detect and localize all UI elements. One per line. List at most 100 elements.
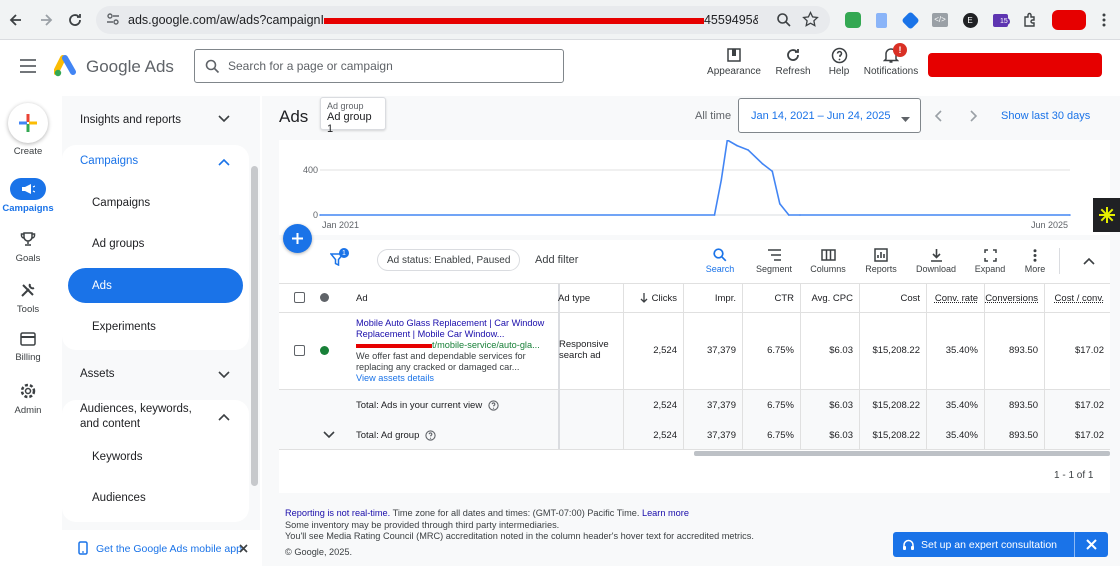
collapse-chevron-up-icon[interactable] [1083,256,1095,268]
col-header-ad[interactable]: Ad [350,284,550,312]
zoom-icon[interactable] [776,12,792,31]
status-filter-chip[interactable]: Ad status: Enabled, Paused [377,249,521,271]
extension-badge-icon[interactable]: 15 [990,10,1010,30]
extension-tag-icon[interactable] [900,10,920,30]
profile-redaction[interactable] [1052,10,1086,30]
notifications-button[interactable]: Notifications [860,44,922,84]
table-horizontal-scrollbar[interactable] [694,451,1110,456]
clicks-data-point[interactable] [747,149,749,151]
columns-button[interactable]: Columns [804,246,852,278]
reload-icon[interactable] [63,8,87,32]
nav-item-ads[interactable]: Ads [68,268,243,303]
clicks-data-point[interactable] [713,214,716,216]
help-circle-icon[interactable] [488,399,499,411]
clicks-data-point[interactable] [788,214,790,216]
col-header-impr[interactable]: Impr. [684,284,742,312]
extension-code-icon[interactable]: </> [930,10,950,30]
col-header-cost-conv[interactable]: Cost / conv. [1045,284,1110,312]
mobile-app-link[interactable]: Get the Google Ads mobile app [96,543,242,555]
expert-consultation-button[interactable]: Set up an expert consultation [893,532,1108,557]
extension-doc-icon[interactable] [871,10,891,30]
search-input[interactable]: Search for a page or campaign [194,49,564,83]
ad-headline-link[interactable]: Mobile Auto Glass Replacement | Car Wind… [356,318,552,340]
chevron-right-icon[interactable] [970,110,978,125]
bookmark-star-icon[interactable] [802,10,819,31]
table-search-button[interactable]: Search [696,246,744,278]
clicks-data-point[interactable] [771,170,774,173]
col-header-avg-cpc[interactable]: Avg. CPC [801,284,859,312]
nav-item-ad-groups[interactable]: Ad groups [62,231,249,257]
enabled-status-dot[interactable] [320,346,329,355]
col-header-ctr[interactable]: CTR [743,284,800,312]
rail-admin[interactable]: Admin [0,383,56,416]
col-header-conv-rate[interactable]: Conv. rate [927,284,984,312]
col-header-conversions[interactable]: Conversions [985,284,1044,312]
nav-item-keywords[interactable]: Keywords [62,444,249,470]
create-button[interactable] [8,103,48,143]
add-ad-button[interactable] [283,224,312,253]
clicks-data-point[interactable] [761,163,764,165]
help-circle-icon[interactable] [425,429,437,441]
extension-e-icon[interactable]: E [960,10,980,30]
clicks-data-point[interactable] [720,179,723,181]
clicks-data-point[interactable] [1069,214,1071,216]
url-redaction [323,17,704,24]
col-header-clicks[interactable]: Clicks [624,284,683,312]
select-all-checkbox[interactable] [294,292,305,303]
segment-button[interactable]: Segment [750,246,798,278]
nav-item-experiments[interactable]: Experiments [62,314,249,340]
nav-campaigns-header[interactable]: Campaigns [62,148,249,174]
nav-insights-label: Insights and reports [80,114,182,126]
main-menu-icon[interactable] [19,59,37,76]
close-icon[interactable] [1086,539,1097,553]
col-header-ad-type[interactable]: Ad type [552,284,622,312]
learn-more-link[interactable]: Learn more [642,508,689,518]
col-header-cost-label: Cost [900,292,920,304]
nav-item-audiences[interactable]: Audiences [62,485,249,511]
close-icon[interactable] [239,544,248,556]
rail-tools[interactable]: Tools [0,282,56,315]
scope-selector[interactable]: Ad group Ad group 1 [320,97,386,135]
product-name: Google Ads [86,57,174,76]
more-button[interactable]: More [1011,246,1059,278]
browser-menu-icon[interactable] [1094,10,1114,30]
rail-billing[interactable]: Billing [0,332,56,363]
clicks-data-point[interactable] [799,214,801,216]
reports-button[interactable]: Reports [857,246,905,278]
sparkle-icon [1098,207,1115,223]
row-checkbox[interactable] [294,345,305,356]
nav-audiences-header[interactable]: Audiences, keywords, and content [62,402,212,432]
chevron-up-icon[interactable] [218,412,230,424]
clicks-data-point[interactable] [319,214,321,216]
nav-insights-reports[interactable]: Insights and reports [62,106,249,134]
clicks-data-point[interactable] [736,144,738,147]
address-bar[interactable]: ads.google.com/aw/ads?campaignI 4559495&_… [96,6,830,34]
reporting-not-realtime-link[interactable]: Reporting is not real-time. [285,508,390,518]
nav-scrollbar[interactable] [251,166,258,486]
date-range-picker[interactable]: Jan 14, 2021 – Jun 24, 2025 [738,98,921,133]
site-settings-icon[interactable] [106,12,120,29]
nav-item-campaigns[interactable]: Campaigns [62,190,249,216]
forward-icon[interactable] [34,8,58,32]
rail-goals[interactable]: Goals [0,231,56,264]
rail-campaigns[interactable]: Campaigns [0,178,56,214]
side-extension-widget[interactable] [1093,198,1120,232]
download-button[interactable]: Download [912,246,960,278]
appearance-button[interactable]: Appearance [704,44,764,84]
account-redaction[interactable] [928,53,1102,77]
extensions-puzzle-icon[interactable] [1020,10,1040,30]
view-assets-details-link[interactable]: View assets details [356,373,552,384]
nav-assets[interactable]: Assets [62,361,249,387]
expand-label: Expand [974,264,1006,274]
search-placeholder: Search for a page or campaign [228,59,393,73]
back-icon[interactable] [4,8,28,32]
extension-green-icon[interactable] [843,10,863,30]
clicks-data-point[interactable] [779,203,781,205]
add-filter-button[interactable]: Add filter [535,254,578,266]
expand-button[interactable]: Expand [966,246,1014,278]
google-ads-logo-icon[interactable] [53,54,78,81]
expand-totals-chevron-down-icon[interactable] [323,430,335,442]
show-last-30-days-link[interactable]: Show last 30 days [1001,110,1090,122]
chevron-left-icon[interactable] [934,110,942,125]
col-header-cost[interactable]: Cost [860,284,926,312]
